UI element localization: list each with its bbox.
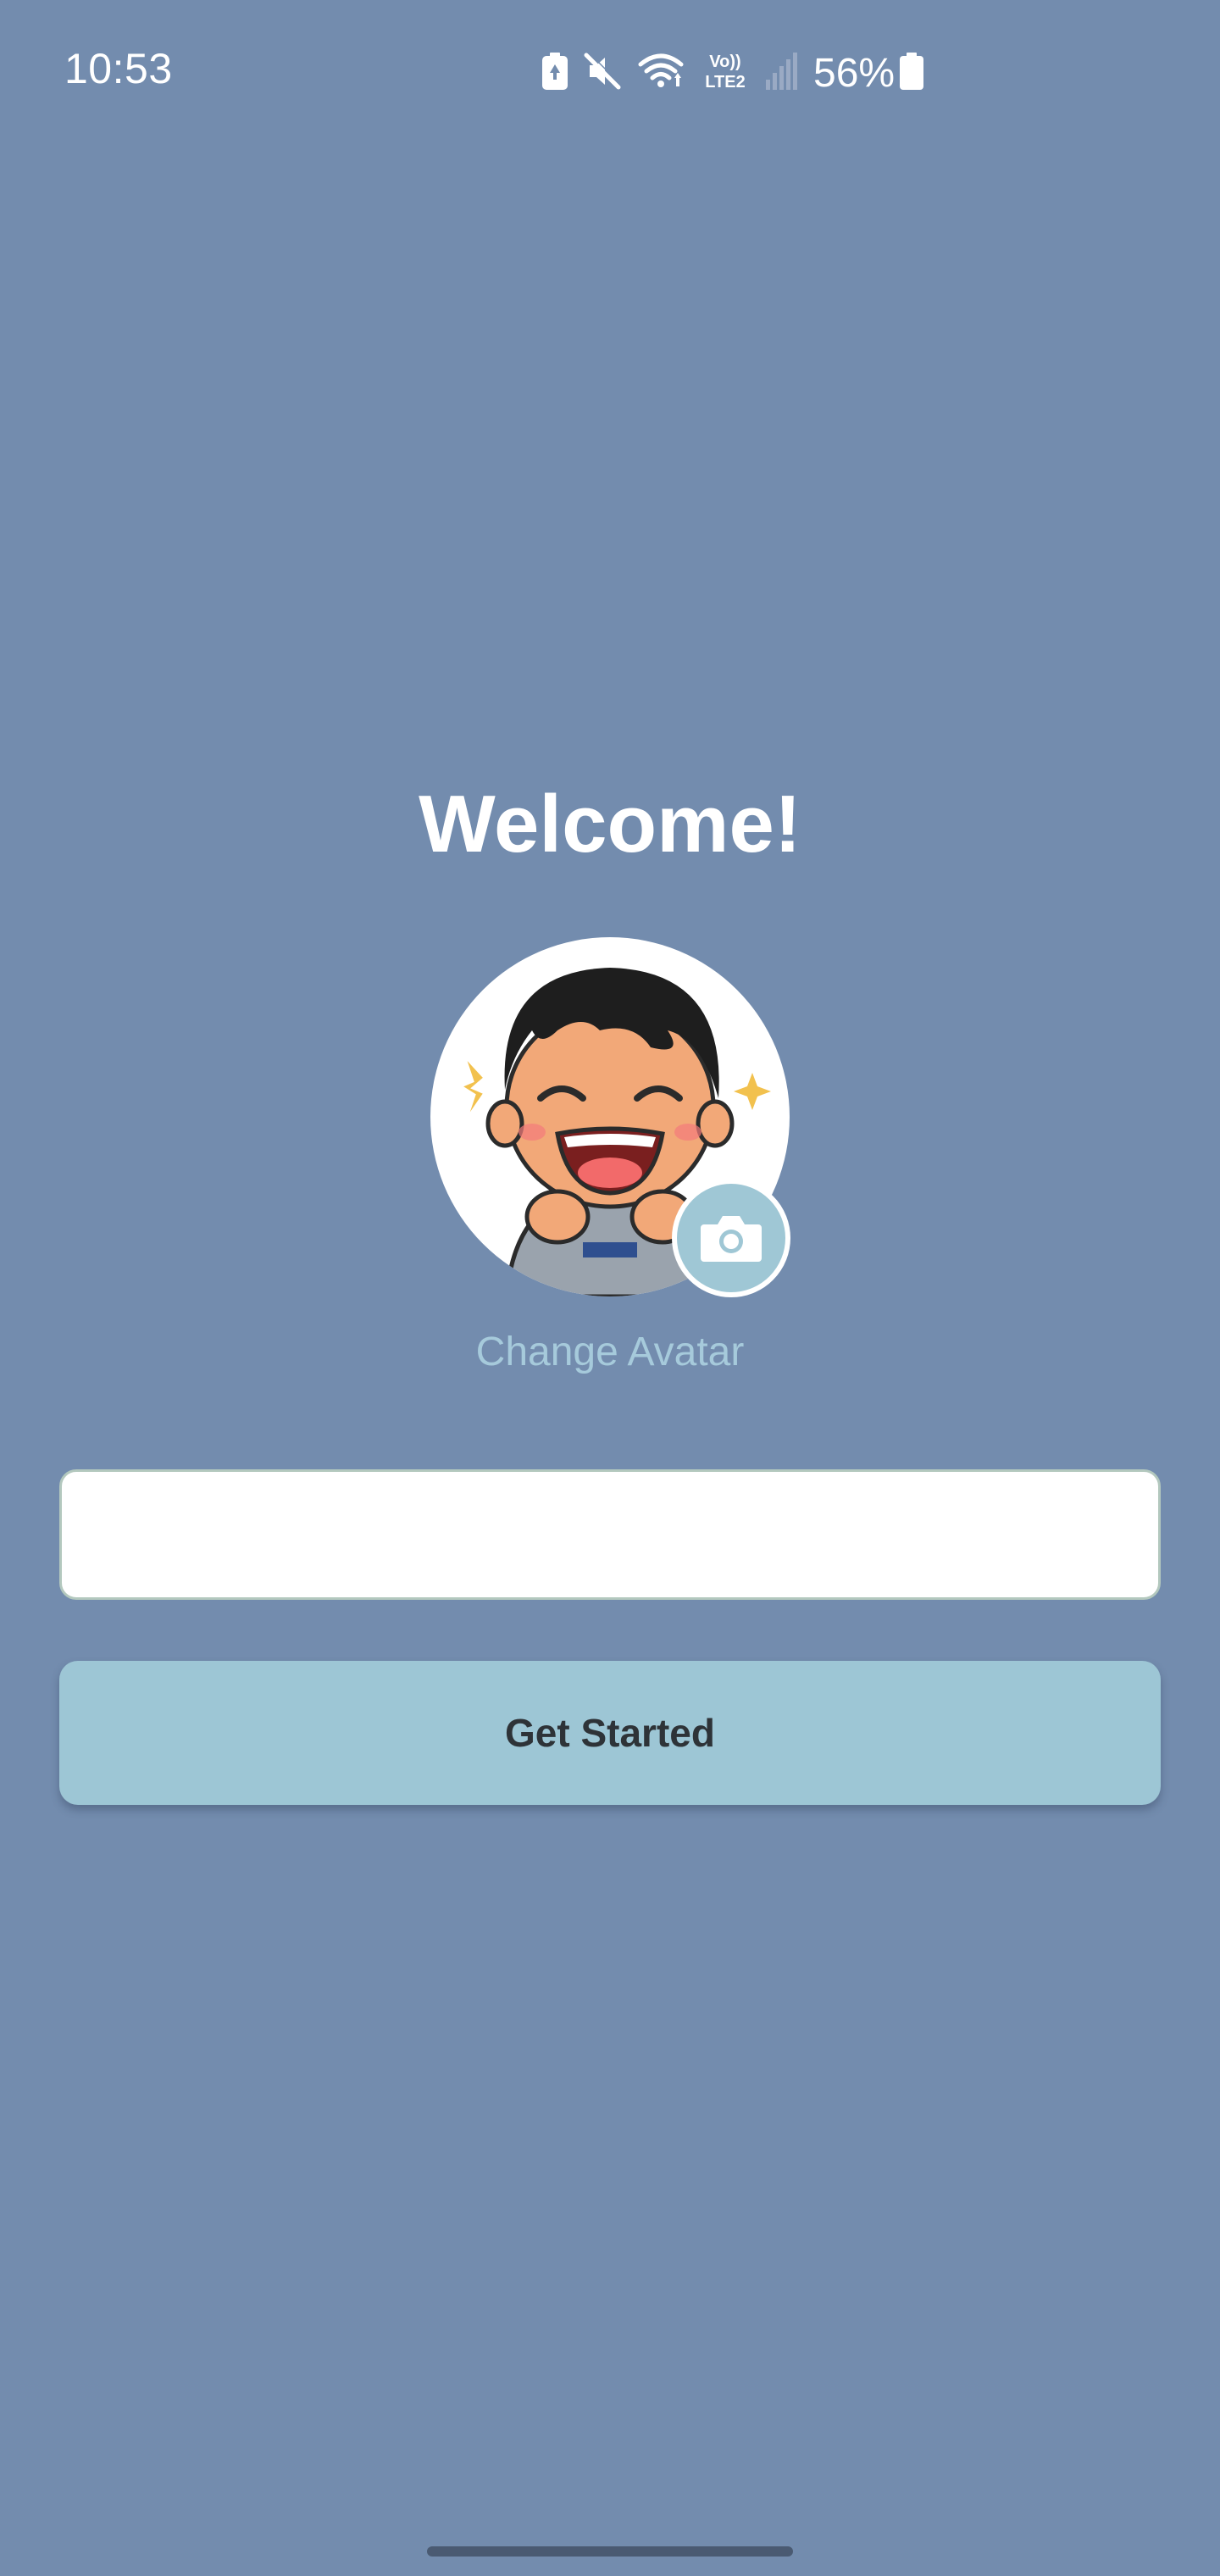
volte-label-bottom: LTE2: [705, 73, 745, 92]
wifi-icon: [637, 53, 685, 94]
camera-icon: [701, 1216, 762, 1262]
volte-lte2-icon: Vo)) LTE2: [700, 50, 751, 97]
page-title: Welcome!: [419, 779, 801, 869]
signal-icon: [766, 52, 798, 94]
status-bar: 10:53 Vo)) LTE2 56%: [0, 0, 1220, 144]
avatar-container[interactable]: [430, 937, 790, 1297]
battery-saver-icon: [542, 52, 568, 94]
battery-icon: [900, 52, 924, 94]
home-indicator[interactable]: [427, 2546, 793, 2557]
change-avatar-link[interactable]: Change Avatar: [0, 1329, 1220, 1375]
mute-icon: [583, 51, 622, 95]
status-time: 10:53: [64, 45, 173, 92]
name-input[interactable]: [59, 1469, 1161, 1600]
status-icons: Vo)) LTE2 56%: [542, 47, 939, 98]
get-started-button[interactable]: Get Started: [59, 1661, 1161, 1805]
change-avatar-camera-button[interactable]: [672, 1179, 790, 1297]
battery-percent: 56%: [813, 50, 896, 96]
volte-label-top: Vo)): [709, 53, 740, 71]
